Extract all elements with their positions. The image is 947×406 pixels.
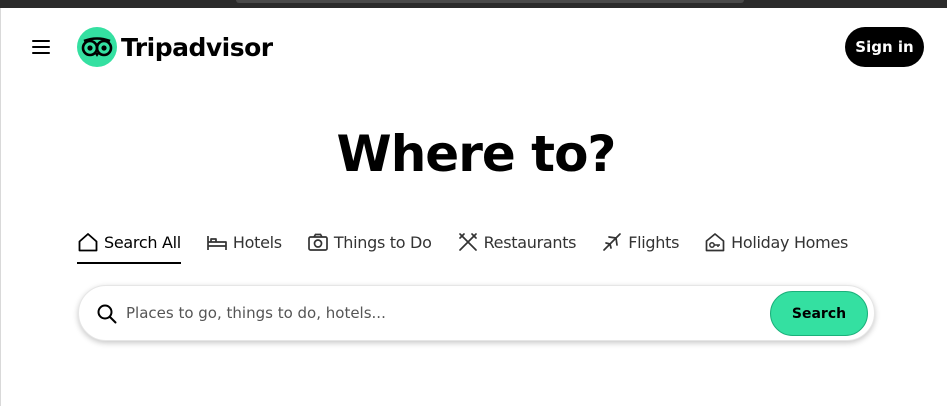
tab-restaurants[interactable]: Restaurants [457, 228, 577, 256]
menu-line [32, 46, 50, 48]
menu-line [32, 52, 50, 54]
hamburger-menu-icon[interactable] [27, 36, 55, 58]
tripadvisor-owl-icon [77, 27, 117, 67]
tab-things-to-do[interactable]: Things to Do [307, 228, 432, 256]
tab-label: Holiday Homes [731, 232, 849, 252]
logo-text: Tripadvisor [121, 32, 273, 62]
sign-in-button[interactable]: Sign in [845, 27, 924, 67]
tab-label: Flights [628, 232, 680, 252]
bed-icon [207, 236, 227, 250]
menu-line [32, 40, 50, 42]
browser-tab-edge [236, 0, 744, 3]
tripadvisor-logo[interactable]: Tripadvisor [77, 27, 273, 67]
search-button[interactable]: Search [770, 291, 868, 336]
page-title: Where to? [336, 125, 617, 183]
tab-label: Hotels [232, 232, 282, 252]
search-icon [97, 304, 117, 324]
tab-label: Things to Do [333, 232, 432, 252]
tab-label: Search All [104, 232, 181, 252]
search-category-tabs: Search All Hotels Things to Do Restauran… [77, 228, 848, 264]
tab-flights[interactable]: Flights [601, 228, 679, 256]
home-icon [78, 233, 98, 252]
house-key-icon [705, 233, 725, 252]
search-bar: Search [78, 285, 875, 341]
tab-holiday-homes[interactable]: Holiday Homes [704, 228, 848, 256]
fork-knife-icon [458, 233, 477, 251]
tab-search-all[interactable]: Search All [77, 228, 181, 264]
page: Tripadvisor Sign in Where to? Search All… [5, 8, 947, 406]
search-input[interactable] [126, 296, 756, 330]
browser-top-bar [0, 0, 947, 8]
camera-icon [307, 233, 328, 251]
tab-hotels[interactable]: Hotels [206, 228, 282, 256]
tab-label: Restaurants [483, 232, 577, 252]
airplane-icon [603, 233, 622, 251]
